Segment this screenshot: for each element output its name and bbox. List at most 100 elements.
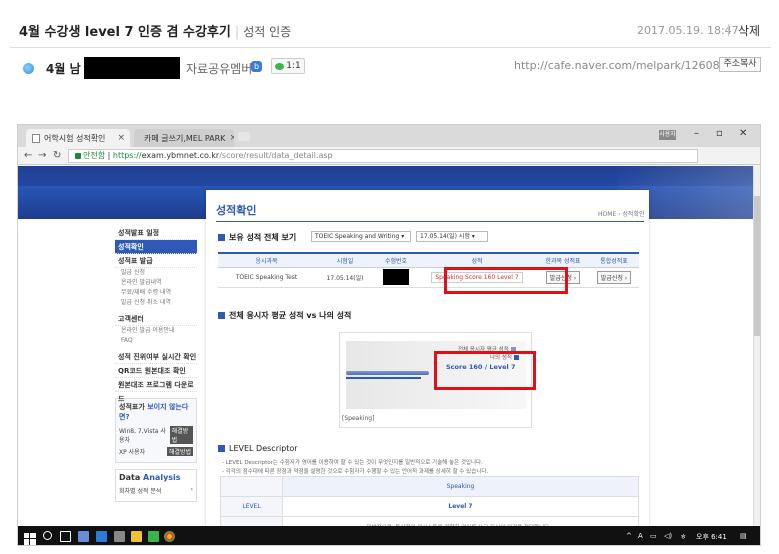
copy-url-button[interactable]: 주소복사 [719, 57, 761, 72]
forward-icon[interactable]: → [38, 150, 46, 161]
table-row: LEVEL Level 7 [220, 496, 639, 517]
row-header-empty [220, 516, 283, 526]
analysis-row[interactable]: 회차별 성적 분석 › [119, 486, 193, 495]
chrome-icon[interactable] [164, 531, 175, 542]
data-analysis-title: Data Analysis [119, 473, 193, 482]
section-marker-icon [218, 234, 225, 241]
table-row: 일반적으로, 통상적인 의사소통에 적합한 영어를 쓰고 자신의 의견을 전달합… [220, 516, 639, 526]
sidebar-link[interactable]: 성적 진위여부 실시간 확인 [115, 350, 197, 364]
page-title: 성적확인 [216, 204, 257, 217]
app-icon[interactable] [78, 531, 89, 542]
sidebar-item-cs[interactable]: 고객센터 [115, 312, 197, 326]
windows-taskbar: ^ A ▭ ◁) ㅎ 오후 6:41 ▤ [18, 526, 760, 545]
author-role: 자료공유멤버 [186, 62, 253, 76]
sidebar-item-score-check[interactable]: 성적확인 [115, 240, 197, 254]
chat-icon [275, 62, 285, 70]
redacted-id [383, 269, 409, 285]
new-tab-button[interactable] [238, 132, 250, 141]
solution-button[interactable]: 해결방법 [169, 426, 193, 444]
windows-start-icon[interactable] [24, 530, 36, 545]
help-title-prefix: 성적표가 [119, 403, 148, 411]
browser-tab[interactable]: 어학시험 성적확인 × [26, 129, 130, 147]
close-icon[interactable]: × [117, 133, 125, 143]
column-header: 응시과목 [218, 252, 315, 268]
level-desc-line: - LEVEL Descriptor는 수험자가 영어를 이용하여 할 수 있는… [222, 460, 483, 466]
section-marker-icon [218, 445, 225, 452]
bar-average [346, 371, 429, 375]
sidebar-subitem[interactable]: 온라인 발급내역 [115, 278, 197, 288]
section-marker-icon [218, 312, 225, 319]
sidebar-subitem[interactable]: 무료/재배 수령 내역 [115, 288, 197, 298]
help-row: XP 사용자 해결방법 [119, 447, 193, 456]
test-type-select[interactable]: TOEIC Speaking and Writing ▾ [311, 231, 411, 242]
reload-icon[interactable]: ↻ [53, 150, 61, 161]
author-name[interactable]: 4월 남 [46, 60, 81, 77]
app-icon[interactable] [148, 531, 159, 542]
help-row-label: Win8, 7,Vista 사용자 [119, 428, 166, 444]
sidebar-item-report-issue[interactable]: 성적표 발급 [115, 254, 197, 268]
sidebar-subitem[interactable]: 발급 신청 취소 내역 [115, 298, 197, 308]
network-icon[interactable]: ▭ [650, 532, 657, 540]
browser-tab[interactable]: 카페 글쓰기,MEL PARK × [134, 129, 234, 147]
test-date-select[interactable]: 17.05.14(일) 시험 ▾ [416, 231, 488, 242]
volume-icon[interactable]: ◁) [664, 532, 672, 540]
page-icon [32, 133, 40, 143]
site-sidebar: 성적발표 일정 성적확인 성적표 발급 발급 신청 온라인 발급내역 무료/재배… [115, 226, 197, 502]
column-header: 한과목 성적표 [537, 252, 589, 268]
embedded-screenshot: 어학시험 성적확인 × 카페 글쓰기,MEL PARK × 사용자 – ▫ ✕ … [17, 124, 761, 546]
delete-button[interactable]: 삭제 [738, 22, 760, 39]
solution-button[interactable]: 해결방법 [166, 447, 193, 456]
blog-badge-icon[interactable]: b [251, 61, 262, 72]
help-box-title: 성적표가 보이지 않는다면? [119, 402, 193, 422]
issue-combined-button[interactable]: 발급신청 › [596, 270, 632, 284]
analysis-title-1: Data [119, 473, 144, 482]
language-indicator[interactable]: ㅎ [680, 532, 686, 542]
maximize-icon[interactable]: ▫ [716, 128, 723, 139]
task-view-icon[interactable] [60, 531, 71, 542]
user-badge[interactable]: 사용자 [659, 130, 676, 140]
section-title-text: LEVEL Descriptor [229, 444, 298, 453]
cell-subject: TOEIC Speaking Test [218, 267, 315, 288]
cell-date: 17.05.14(일) [315, 267, 375, 288]
sidebar-subitem[interactable]: 발급 신청 [115, 268, 197, 278]
section-title-text: 전체 응시자 평균 성적 vs 나의 성적 [229, 311, 352, 320]
cell-combined-report: 발급신청 › [589, 267, 639, 288]
select-value: TOEIC Speaking and Writing [315, 233, 400, 240]
column-header: 통합성적표 [589, 252, 639, 268]
highlight-box [444, 267, 568, 294]
browser-tabbar: 어학시험 성적확인 × 카페 글쓰기,MEL PARK × 사용자 – ▫ ✕ [18, 125, 760, 147]
sidebar-item-schedule[interactable]: 성적발표 일정 [115, 226, 197, 240]
sidebar-subitem[interactable]: 온라인 발급 이용안내 [115, 326, 197, 336]
analysis-title-2: Analysis [143, 473, 181, 482]
edge-icon[interactable] [96, 531, 107, 542]
sidebar-link[interactable]: QR코드 원본대조 확인 [115, 364, 197, 378]
level-desc-line: - 각각의 점수대에 따른 장점과 약점을 설명한 것으로 수험자가 수행할 수… [222, 469, 489, 475]
minimize-icon[interactable]: – [694, 128, 699, 139]
chevron-right-icon: › [190, 486, 193, 493]
notification-icon[interactable]: ▤ [740, 532, 747, 540]
sidebar-subitem[interactable]: FAQ [115, 336, 197, 346]
tab-label: 어학시험 성적확인 [44, 133, 106, 143]
chat-button[interactable]: 1:1 [271, 58, 305, 74]
close-window-icon[interactable]: ✕ [739, 128, 747, 139]
tray-chevron-icon[interactable]: ^ [626, 532, 632, 540]
cell-candidate-id [375, 267, 417, 288]
column-header: Speaking [282, 476, 639, 497]
folder-icon[interactable] [131, 531, 142, 542]
sidebar-link[interactable]: 원본대조 프로그램 다운로드 [115, 378, 197, 403]
post-category[interactable]: 성적 인증 [243, 25, 291, 39]
table-row: Speaking [220, 476, 639, 497]
url-host: exam.ybmnet.co.kr [141, 151, 220, 160]
level-table: Speaking LEVEL Level 7 일반적으로, 통상적인 의사소통에… [220, 476, 639, 526]
store-icon[interactable] [114, 531, 125, 542]
clock[interactable]: 오후 6:41 [696, 532, 727, 542]
section-level-title: LEVEL Descriptor [218, 444, 298, 453]
main-panel: 성적확인 HOME › 성적확인 보유 성적 전체 보기 TOEIC Speak… [206, 190, 649, 526]
ime-indicator[interactable]: A [638, 532, 643, 540]
search-icon[interactable] [43, 531, 52, 540]
scroll-thumb[interactable] [754, 196, 760, 336]
address-input[interactable]: 안전함 | https://exam.ybmnet.co.kr/score/re… [68, 149, 698, 163]
close-icon[interactable]: × [229, 133, 234, 143]
tab-label: 카페 글쓰기,MEL PARK [144, 133, 226, 143]
back-icon[interactable]: ← [24, 150, 32, 161]
